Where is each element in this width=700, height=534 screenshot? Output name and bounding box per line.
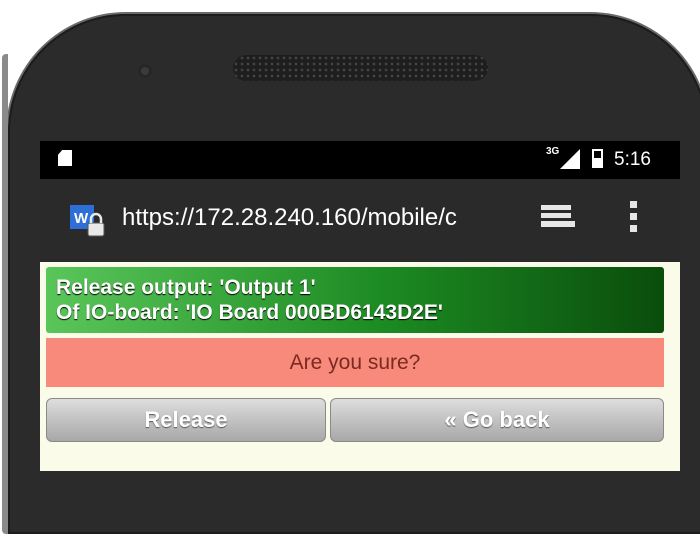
earpiece-speaker (233, 55, 488, 81)
confirmation-message: Are you sure? (46, 338, 664, 387)
release-info-panel: Release output: 'Output 1' Of IO-board: … (46, 267, 664, 333)
release-button[interactable]: Release (46, 398, 326, 442)
go-back-button[interactable]: « Go back (330, 398, 664, 442)
secure-document-icon: W (70, 205, 105, 237)
status-time: 5:16 (614, 149, 651, 170)
phone-screen: 3G 5:16 W https://172.28.240.160/mobile/… (40, 141, 680, 471)
page-content: Release output: 'Output 1' Of IO-board: … (40, 262, 680, 471)
front-camera (138, 64, 152, 78)
sd-card-icon (58, 150, 72, 166)
tabs-icon[interactable] (541, 205, 575, 229)
battery-icon (592, 149, 603, 168)
output-name-line: Release output: 'Output 1' (56, 276, 316, 299)
io-board-line: Of IO-board: 'IO Board 000BD6143D2E' (56, 301, 443, 324)
overflow-menu-icon[interactable] (630, 201, 638, 233)
svg-text:W: W (74, 210, 89, 227)
signal-icon (560, 149, 580, 169)
status-bar: 3G 5:16 (40, 141, 680, 179)
url-field[interactable]: https://172.28.240.160/mobile/c (122, 204, 512, 232)
